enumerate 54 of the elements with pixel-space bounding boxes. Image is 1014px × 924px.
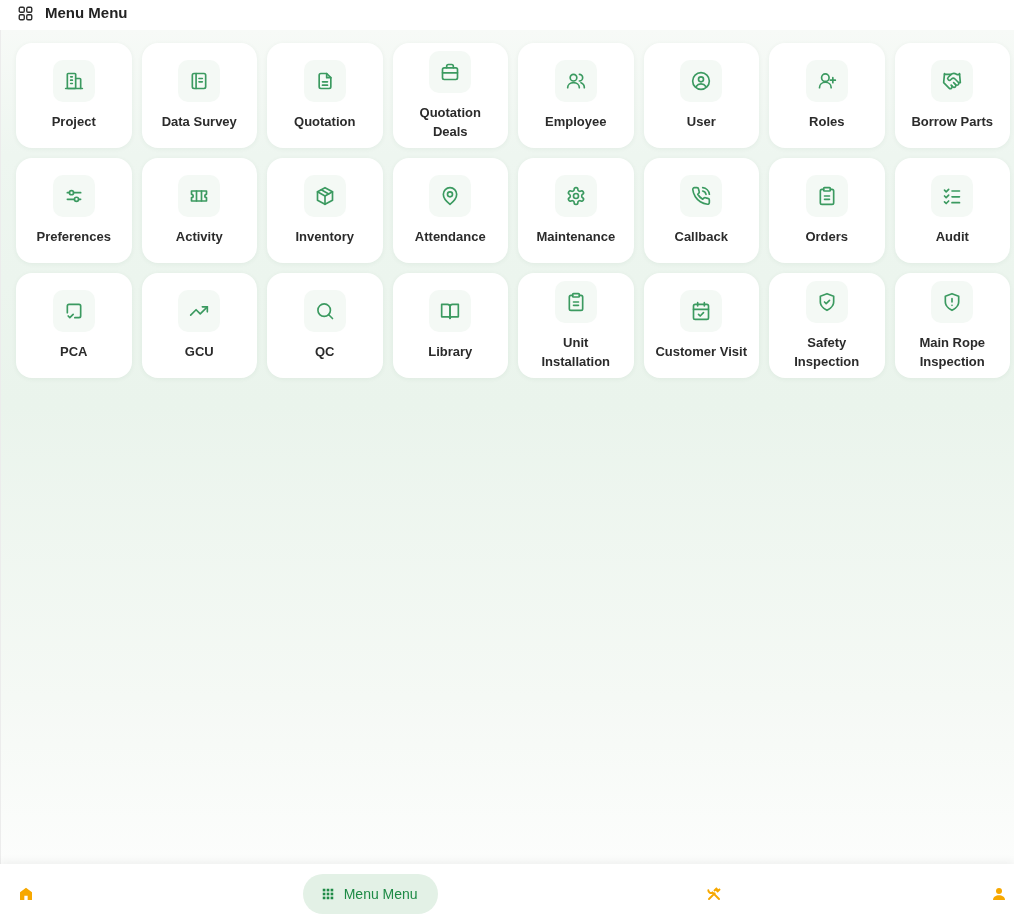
menu-card[interactable]: User xyxy=(643,43,759,148)
search-icon xyxy=(303,290,346,332)
sliders-icon xyxy=(52,175,95,217)
menu-card[interactable]: Inventory xyxy=(267,158,383,263)
trending-up-icon xyxy=(178,290,221,332)
menu-card[interactable]: Roles xyxy=(769,43,885,148)
menu-card[interactable]: GCU xyxy=(141,273,257,378)
handshake-icon xyxy=(931,60,974,102)
menu-card[interactable]: Library xyxy=(392,273,508,378)
phone-call-icon xyxy=(680,175,723,217)
notebook-icon xyxy=(178,60,221,102)
page-title: Menu Menu xyxy=(45,4,128,22)
calendar-check-icon xyxy=(680,290,723,332)
menu-card[interactable]: Preferences xyxy=(16,158,132,263)
menu-card[interactable]: Activity xyxy=(141,158,257,263)
nav-tab[interactable]: Menu Menu xyxy=(302,874,438,914)
open-book-icon xyxy=(429,290,472,332)
menu-card[interactable]: Project xyxy=(16,43,132,148)
menu-card[interactable]: QC xyxy=(267,273,383,378)
menu-card[interactable]: Main Rope Inspection xyxy=(894,273,1010,378)
menu-card[interactable]: Quotation xyxy=(267,43,383,148)
clipboard-icon xyxy=(805,175,848,217)
menu-card[interactable]: Data Survey xyxy=(141,43,257,148)
menu-card[interactable]: Callback xyxy=(643,158,759,263)
gear-icon xyxy=(554,175,597,217)
clipboard-icon xyxy=(554,280,597,323)
menu-card[interactable]: Audit xyxy=(894,158,1010,263)
document-icon xyxy=(303,60,346,102)
squares-grid-icon xyxy=(18,5,33,21)
ticket-icon xyxy=(178,175,221,217)
shield-check-icon xyxy=(805,280,848,323)
square-check-icon xyxy=(52,290,95,332)
package-icon xyxy=(303,175,346,217)
menu-card[interactable]: Borrow Parts xyxy=(894,43,1010,148)
home-icon[interactable] xyxy=(18,886,34,902)
menu-card[interactable]: Customer Visit xyxy=(643,273,759,378)
menu-card[interactable]: Unit Installation xyxy=(518,273,634,378)
menu-card[interactable]: Attendance xyxy=(392,158,508,263)
user-plus-icon xyxy=(805,60,848,102)
menu-card[interactable]: Safety Inspection xyxy=(769,273,885,378)
checklist-icon xyxy=(931,175,974,217)
building-icon xyxy=(52,60,95,102)
people-icon xyxy=(554,60,597,102)
shield-alert-icon xyxy=(931,280,974,323)
menu-card[interactable]: Orders xyxy=(769,158,885,263)
menu-card[interactable]: PCA xyxy=(16,273,132,378)
menu-card[interactable]: Quotation Deals xyxy=(392,43,508,148)
dots-grid-icon xyxy=(320,887,335,901)
menu-card[interactable]: Maintenance xyxy=(518,158,634,263)
map-pin-icon xyxy=(429,175,472,217)
tools-icon[interactable] xyxy=(706,886,723,902)
briefcase-icon xyxy=(429,50,472,93)
menu-card[interactable]: Employee xyxy=(518,43,634,148)
person-icon[interactable] xyxy=(991,886,1007,902)
